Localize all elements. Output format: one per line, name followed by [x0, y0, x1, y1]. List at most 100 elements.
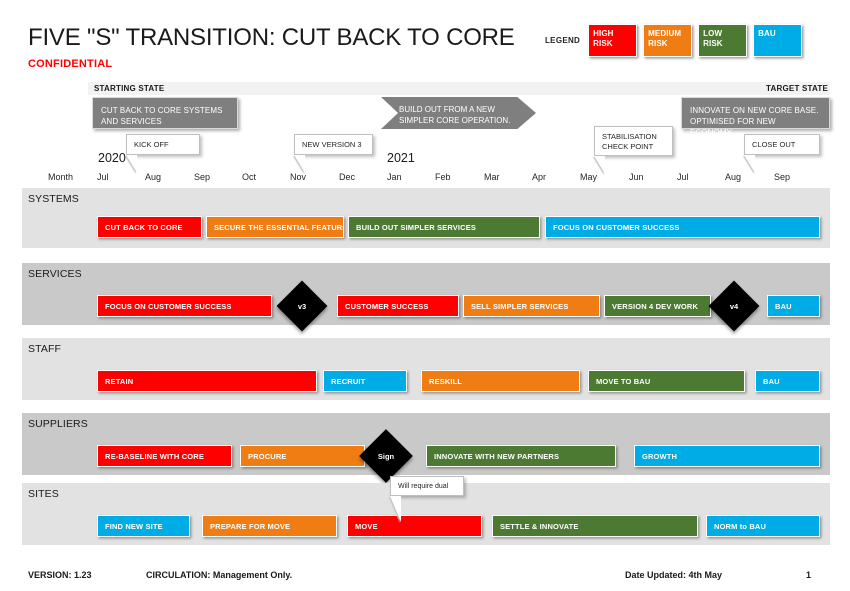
legend-chip-label: LOW RISK: [703, 29, 723, 48]
task-bar[interactable]: RECRUIT: [323, 370, 407, 392]
task-bar[interactable]: PREPARE FOR MOVE: [202, 515, 337, 537]
task-bar-label: SELL SIMPLER SERVICES: [471, 301, 569, 311]
callout-text: CLOSE OUT: [752, 140, 796, 149]
task-bar-label: RETAIN: [105, 376, 134, 386]
legend-chip-low-risk: LOW RISK: [698, 24, 748, 57]
task-bar[interactable]: VERSION 4 DEV WORK: [604, 295, 711, 317]
task-bar-label: FOCUS ON CUSTOMER SUCCESS: [553, 222, 680, 232]
task-bar-label: RECRUIT: [331, 376, 366, 386]
task-bar[interactable]: NORM to BAU: [706, 515, 820, 537]
legend-label: LEGEND: [545, 36, 581, 45]
task-bar-label: PREPARE FOR MOVE: [210, 521, 291, 531]
task-bar-label: VERSION 4 DEV WORK: [612, 301, 699, 311]
axis-month-tick: Oct: [242, 172, 257, 182]
task-bar-label: PROCURE: [248, 451, 287, 461]
task-bar[interactable]: PROCURE: [240, 445, 365, 467]
axis-month-tick: Jan: [387, 172, 402, 182]
swimlane-title: SUPPLIERS: [28, 418, 88, 430]
task-bar-label: MOVE TO BAU: [596, 376, 651, 386]
swimlane-services: SERVICES FOCUS ON CUSTOMER SUCCESS CUSTOME…: [22, 263, 830, 332]
footer-version: VERSION: 1.23: [28, 570, 92, 580]
axis-month-tick: Jun: [629, 172, 644, 182]
task-bar[interactable]: INNOVATE WITH NEW PARTNERS: [426, 445, 616, 467]
callout-text: NEW VERSION 3: [302, 140, 362, 149]
task-bar-label: SETTLE & INNOVATE: [500, 521, 579, 531]
task-bar[interactable]: FOCUS ON CUSTOMER SUCCESS: [545, 216, 820, 238]
footer-circulation: CIRCULATION: Management Only.: [146, 570, 293, 580]
starting-state-label: STARTING STATE: [94, 84, 165, 93]
task-bar-label: RE-BASELINE WITH CORE: [105, 451, 204, 461]
confidential-marking: CONFIDENTIAL: [28, 58, 113, 70]
task-bar[interactable]: SECURE THE ESSENTIAL FEATURES: [206, 216, 344, 238]
task-bar[interactable]: GROWTH: [634, 445, 820, 467]
callout-will-require-dual: Will require dual: [390, 476, 464, 522]
swimlane-suppliers: SUPPLIERS RE-BASELINE WITH CORE PROCURE INN…: [22, 413, 830, 483]
page-title: FIVE "S" TRANSITION: CUT BACK TO CORE: [28, 24, 515, 51]
task-bar-label: RESKILL: [429, 376, 463, 386]
task-bar-label: GROWTH: [642, 451, 678, 461]
task-bar-label: CUSTOMER SUCCESS: [345, 301, 429, 311]
footer-date-updated: Date Updated: 4th May: [625, 570, 723, 580]
state-band: [88, 82, 830, 95]
task-bar-label: SECURE THE ESSENTIAL FEATURES: [214, 222, 344, 232]
axis-row-label: Month: [48, 172, 74, 182]
task-bar[interactable]: BUILD OUT SIMPLER SERVICES: [348, 216, 540, 238]
legend-chip-high-risk: HIGH RISK: [588, 24, 638, 57]
task-bar[interactable]: SELL SIMPLER SERVICES: [463, 295, 600, 317]
legend: LEGEND HIGH RISK MEDIUM RISK LOW RISK BAU: [545, 24, 803, 57]
axis-month-tick: Dec: [339, 172, 356, 182]
task-bar-label: BAU: [775, 301, 792, 311]
axis-month-tick: Feb: [435, 172, 451, 182]
legend-chip-list: HIGH RISK MEDIUM RISK LOW RISK BAU: [588, 24, 803, 57]
task-bar[interactable]: BAU: [755, 370, 820, 392]
task-bar[interactable]: SETTLE & INNOVATE: [492, 515, 698, 537]
transition-arrow-box: BUILD OUT FROM A NEW SIMPLER CORE OPERAT…: [381, 97, 536, 129]
task-bar[interactable]: MOVE TO BAU: [588, 370, 745, 392]
axis-month-tick: Nov: [290, 172, 307, 182]
task-bar[interactable]: CUT BACK TO CORE: [97, 216, 202, 238]
axis-month-tick: Apr: [532, 172, 547, 182]
axis-month-tick: May: [580, 172, 598, 182]
task-bar[interactable]: RETAIN: [97, 370, 317, 392]
task-bar[interactable]: CUSTOMER SUCCESS: [337, 295, 459, 317]
target-state-box: INNOVATE ON NEW CORE BASE. OPTIMISED FOR…: [681, 97, 830, 137]
task-bar[interactable]: RESKILL: [421, 370, 580, 392]
task-bar[interactable]: FOCUS ON CUSTOMER SUCCESS: [97, 295, 272, 317]
legend-chip-bau: BAU: [753, 24, 803, 57]
task-bar[interactable]: MOVE: [347, 515, 482, 537]
axis-month-tick: Aug: [145, 172, 162, 182]
page-footer: VERSION: 1.23 CIRCULATION: Management On…: [0, 566, 850, 591]
task-bar[interactable]: FIND NEW SITE: [97, 515, 190, 537]
task-bar-label: FOCUS ON CUSTOMER SUCCESS: [105, 301, 232, 311]
callout-text: STABILISATION CHECK POINT: [602, 132, 657, 151]
legend-chip-label: MEDIUM RISK: [648, 29, 682, 48]
swimlane-systems: SYSTEMS CUT BACK TO CORE SECURE THE ESSENT…: [22, 188, 830, 248]
axis-month-tick: Sep: [774, 172, 791, 182]
axis-month-tick: Jul: [677, 172, 689, 182]
task-bar-label: NORM to BAU: [714, 521, 767, 531]
task-bar-label: BUILD OUT SIMPLER SERVICES: [356, 222, 477, 232]
axis-month-tick: Jul: [97, 172, 109, 182]
axis-year-2020: 2020: [98, 151, 126, 165]
task-bar[interactable]: BAU: [767, 295, 820, 317]
timeline-axis: Month 2020 2021 Jul Aug Sep Oct Nov Dec Jan Feb M…: [0, 150, 850, 182]
axis-year-2021: 2021: [387, 151, 415, 165]
swimlane-title: SYSTEMS: [28, 193, 79, 205]
swimlane-title: SERVICES: [28, 268, 82, 280]
axis-month-tick: Mar: [484, 172, 500, 182]
callout-text: Will require dual: [398, 483, 449, 490]
swimlane-title: STAFF: [28, 343, 61, 355]
starting-state-box: CUT BACK TO CORE SYSTEMS AND SERVICES: [92, 97, 238, 129]
callout-text: KICK OFF: [134, 140, 169, 149]
axis-month-tick: Sep: [194, 172, 211, 182]
task-bar[interactable]: RE-BASELINE WITH CORE: [97, 445, 232, 467]
task-bar-label: INNOVATE WITH NEW PARTNERS: [434, 451, 560, 461]
axis-month-tick: Aug: [725, 172, 742, 182]
legend-chip-medium-risk: MEDIUM RISK: [643, 24, 693, 57]
target-state-label: TARGET STATE: [766, 84, 828, 93]
task-bar-label: CUT BACK TO CORE: [105, 222, 183, 232]
footer-page-number: 1: [806, 570, 812, 580]
swimlane-title: SITES: [28, 488, 59, 500]
legend-chip-label: BAU: [758, 29, 776, 38]
task-bar-label: FIND NEW SITE: [105, 521, 163, 531]
